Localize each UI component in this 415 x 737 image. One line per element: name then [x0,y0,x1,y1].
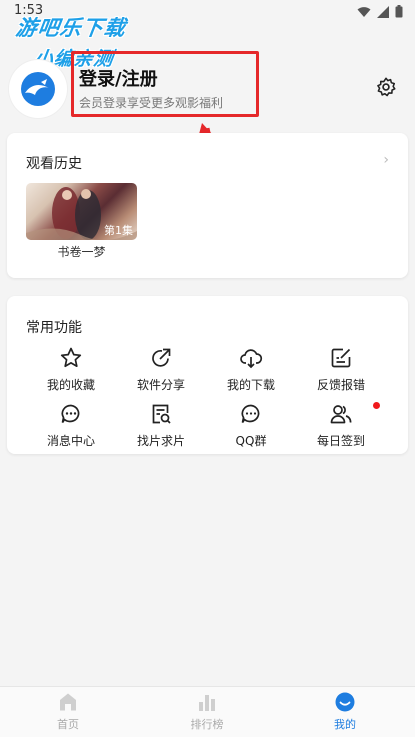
feature-label: 反馈报错 [316,378,365,392]
tab-home[interactable]: 首页 [28,691,108,732]
feature-feedback[interactable]: 反馈报错 [296,346,386,393]
feature-daily-checkin[interactable]: 每日签到 [296,402,386,449]
bottom-tab-bar: 首页 排行榜 我的 [0,686,415,737]
feature-favorites[interactable]: 我的收藏 [26,346,116,393]
search-doc-icon [152,404,171,424]
star-icon [60,347,82,368]
feature-messages[interactable]: 消息中心 [26,402,116,449]
avatar[interactable] [9,60,67,118]
checkin-notification-dot [373,402,380,409]
features-card: 常用功能 我的收藏 软件分享 我的下载 反馈报错 消息中心 找片求片 QQ群 每… [7,296,408,454]
battery-icon [395,5,403,18]
history-thumbnail[interactable]: 第1集 [26,183,137,240]
feature-share[interactable]: 软件分享 [116,346,206,393]
people-icon [330,405,352,424]
tab-ranking[interactable]: 排行榜 [167,691,247,732]
watermark-line1: 游吧乐下载 [14,16,128,40]
annotation-highlight-box [71,51,259,117]
feature-qq-group[interactable]: QQ群 [206,402,296,449]
feature-downloads[interactable]: 我的下载 [206,346,296,393]
history-more-chevron-icon[interactable]: › [383,152,389,168]
feature-find-movie[interactable]: 找片求片 [116,402,206,449]
message-icon [61,404,80,423]
profile-icon [335,692,355,712]
signal-icon [377,5,389,18]
feature-label: 软件分享 [136,378,185,392]
feature-label: 找片求片 [136,434,185,448]
feature-label: 消息中心 [46,434,95,448]
feature-label: 我的下载 [226,378,275,392]
feature-label: 每日签到 [316,434,365,448]
feature-label: QQ群 [235,434,267,448]
settings-gear-icon[interactable] [375,76,397,98]
history-card: 观看历史 › 第1集 书卷一梦 [7,133,408,278]
tab-label: 首页 [57,718,79,731]
feedback-icon [331,348,351,368]
feature-label: 我的收藏 [46,378,95,392]
wifi-icon [357,6,371,17]
app-logo-icon [21,72,55,106]
ranking-icon [199,695,215,711]
home-icon [60,693,76,711]
episode-label: 第1集 [104,224,133,237]
features-title: 常用功能 [26,320,82,336]
chat-icon [241,404,260,423]
status-icons [357,5,403,18]
tab-label: 排行榜 [190,718,224,731]
tab-label: 我的 [334,718,356,731]
cloud-download-icon [240,349,263,369]
tab-profile[interactable]: 我的 [305,691,385,732]
history-title: 观看历史 [26,156,82,172]
share-icon [152,348,171,367]
history-item-title[interactable]: 书卷一梦 [26,243,137,260]
